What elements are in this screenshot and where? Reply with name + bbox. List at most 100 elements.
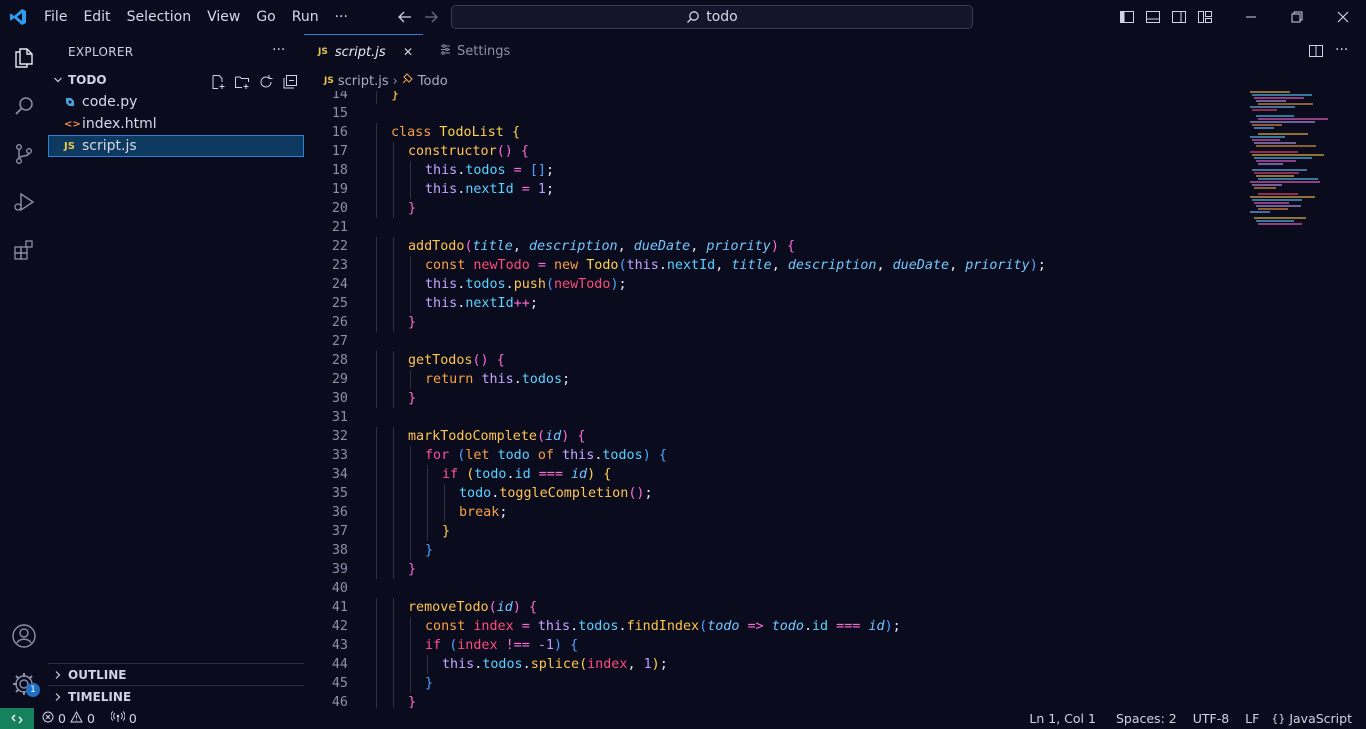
code-line[interactable]: 45} <box>304 674 1244 693</box>
refresh-icon[interactable] <box>256 72 276 92</box>
code-line[interactable]: 18 this.todos = []; <box>304 161 1244 180</box>
code-line[interactable]: 15 <box>304 104 1244 123</box>
toggle-secondary-sidebar-icon[interactable] <box>1166 0 1192 34</box>
code-token: { <box>658 448 667 463</box>
command-center-search[interactable]: todo <box>451 5 973 29</box>
toggle-panel-icon[interactable] <box>1140 0 1166 34</box>
breadcrumb-file[interactable]: script.js <box>338 74 389 89</box>
extensions-icon[interactable] <box>0 226 48 274</box>
file-item-index-html[interactable]: <> index.html <box>48 113 304 135</box>
menu-more[interactable]: ··· <box>327 0 356 34</box>
minimap-line <box>1252 199 1302 201</box>
code-token: . <box>658 258 667 273</box>
code-token: { <box>528 600 537 615</box>
file-item-script-js[interactable]: JS script.js <box>48 135 304 157</box>
code-line[interactable]: 25 this.nextId++; <box>304 294 1244 313</box>
menu-view[interactable]: View <box>199 0 248 34</box>
code-line[interactable]: 27 <box>304 332 1244 351</box>
code-line[interactable]: 44 this.todos.splice(index, 1); <box>304 655 1244 674</box>
tab-settings[interactable]: Settings <box>426 34 542 69</box>
menu-run[interactable]: Run <box>284 0 327 34</box>
code-line[interactable]: 30} <box>304 389 1244 408</box>
code-line[interactable]: 19 this.nextId = 1; <box>304 180 1244 199</box>
code-line[interactable]: 17 constructor() { <box>304 142 1244 161</box>
language-mode[interactable]: {} JavaScript <box>1267 711 1356 726</box>
code-line[interactable]: 21 <box>304 218 1244 237</box>
code-token: { <box>786 239 795 254</box>
code-token: priority <box>706 239 771 254</box>
minimap-line <box>1258 118 1328 120</box>
code-line[interactable]: 32 markTodoComplete(id) { <box>304 427 1244 446</box>
code-token: = <box>529 258 554 273</box>
file-item-code-py[interactable]: code.py <box>48 91 304 113</box>
timeline-section-header[interactable]: TIMELINE <box>48 686 304 708</box>
new-folder-icon[interactable] <box>232 72 252 92</box>
code-line[interactable]: 26} <box>304 313 1244 332</box>
line-number: 27 <box>331 334 348 349</box>
search-icon[interactable] <box>0 82 48 130</box>
code-line[interactable]: 29 return this.todos; <box>304 370 1244 389</box>
indent-guide <box>376 351 377 370</box>
minimap[interactable] <box>1248 91 1366 291</box>
run-debug-icon[interactable] <box>0 178 48 226</box>
new-file-icon[interactable] <box>208 72 228 92</box>
menu-selection[interactable]: Selection <box>119 0 200 34</box>
code-line[interactable]: 41 removeTodo(id) { <box>304 598 1244 617</box>
code-line[interactable]: 42 const index = this.todos.findIndex(tod… <box>304 617 1244 636</box>
code-line[interactable]: 46} <box>304 693 1244 708</box>
code-line[interactable]: 36 break; <box>304 503 1244 522</box>
line-content: this.nextId++; <box>425 294 538 313</box>
breadcrumb-symbol[interactable]: Todo <box>418 74 448 89</box>
code-line[interactable]: 33 for (let todo of this.todos) { <box>304 446 1244 465</box>
code-line[interactable]: 35 todo.toggleCompletion(); <box>304 484 1244 503</box>
encoding[interactable]: UTF-8 <box>1185 711 1237 726</box>
minimap-line <box>1250 136 1285 138</box>
restore-icon[interactable] <box>1274 0 1320 34</box>
editor-more-actions[interactable]: ··· <box>1335 42 1348 58</box>
toggle-primary-sidebar-icon[interactable] <box>1114 0 1140 34</box>
code-line[interactable]: 39} <box>304 560 1244 579</box>
code-line[interactable]: 22 addTodo(title, description, dueDate, p… <box>304 237 1244 256</box>
split-editor-icon[interactable] <box>1308 43 1324 63</box>
code-line[interactable]: 40 <box>304 579 1244 598</box>
line-content: } <box>425 674 433 693</box>
code-line[interactable]: 38} <box>304 541 1244 560</box>
indentation[interactable]: Spaces: 2 <box>1108 711 1185 726</box>
manage-gear-icon[interactable] <box>0 660 48 708</box>
problems-indicator[interactable]: 0 0 <box>34 710 101 726</box>
tab-script-js[interactable]: JS script.js ✕ <box>304 34 423 69</box>
code-line[interactable]: 20} <box>304 199 1244 218</box>
menu-go[interactable]: Go <box>248 0 283 34</box>
forward-arrow-icon[interactable] <box>421 7 441 27</box>
menu-edit[interactable]: Edit <box>75 0 118 34</box>
collapse-all-icon[interactable] <box>280 72 300 92</box>
code-line[interactable]: 43 if (index !== -1) { <box>304 636 1244 655</box>
code-line[interactable]: 23 const newTodo = new Todo(this.nextId, … <box>304 256 1244 275</box>
code-editor[interactable]: 14} 15 16 class TodoList {17 constructor() {… <box>304 91 1244 708</box>
line-number: 46 <box>331 695 348 708</box>
minimize-icon[interactable] <box>1228 0 1274 34</box>
code-line[interactable]: 24 this.todos.push(newTodo); <box>304 275 1244 294</box>
code-line[interactable]: 34 if (todo.id === id) { <box>304 465 1244 484</box>
ports-indicator[interactable]: 0 <box>101 711 143 726</box>
cursor-position[interactable]: Ln 1, Col 1 <box>1017 711 1108 726</box>
sidebar-more-button[interactable]: ··· <box>272 42 285 58</box>
remote-indicator-icon[interactable] <box>0 708 34 729</box>
menu-file[interactable]: File <box>36 0 75 34</box>
code-line[interactable]: 31 <box>304 408 1244 427</box>
code-line[interactable]: 28 getTodos() { <box>304 351 1244 370</box>
customize-layout-icon[interactable] <box>1192 0 1218 34</box>
code-line[interactable]: 37} <box>304 522 1244 541</box>
back-arrow-icon[interactable] <box>395 7 415 27</box>
explorer-icon[interactable] <box>0 34 48 82</box>
code-line[interactable]: 14} <box>304 91 1244 104</box>
close-window-icon[interactable] <box>1320 0 1366 34</box>
indent-guide <box>393 617 394 636</box>
outline-section-header[interactable]: OUTLINE <box>48 664 304 686</box>
code-line[interactable]: 16 class TodoList { <box>304 123 1244 142</box>
close-tab-icon[interactable]: ✕ <box>403 45 413 59</box>
account-icon[interactable] <box>0 612 48 660</box>
source-control-icon[interactable] <box>0 130 48 178</box>
end-of-line[interactable]: LF <box>1237 711 1267 726</box>
notification-badge: 1 <box>26 683 40 697</box>
